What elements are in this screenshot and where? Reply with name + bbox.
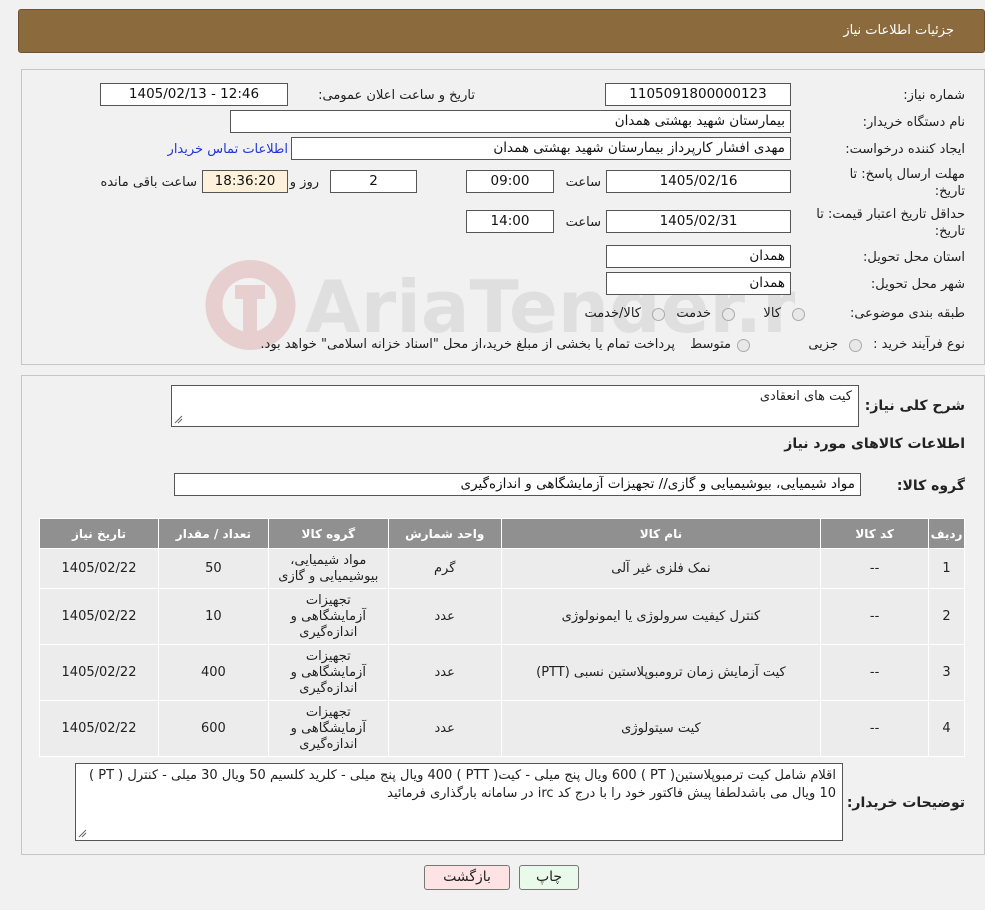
deadline-label-date: تاریخ: [934, 184, 965, 199]
buyer-notes-textarea[interactable]: اقلام شامل کیت ترمبوپلاستین( PT ) 600 وی… [75, 763, 843, 841]
table-row: 4 -- کیت سیتولوژی عدد تجهیزات آزمایشگاهی… [39, 700, 965, 757]
page-title: جزئیات اطلاعات نیاز [843, 23, 954, 38]
buyer-notes-label: توضیحات خریدار: [846, 795, 965, 811]
announce-field: 1405/02/13 - 12:46 [100, 83, 288, 106]
remaining-label: ساعت باقی مانده [100, 175, 197, 190]
print-button[interactable]: چاپ [519, 865, 579, 890]
process-radio-medium[interactable] [737, 339, 750, 352]
process-label: نوع فرآیند خرید : [873, 337, 965, 352]
goods-group-label: گروه کالا: [896, 478, 965, 494]
goods-group-field: مواد شیمیایی، بیوشیمیایی و گازی// تجهیزا… [174, 473, 861, 496]
col-need-date: تاریخ نیاز [39, 518, 159, 549]
cell-goods-group: تجهیزات آزمایشگاهی و اندازه‌گیری [267, 588, 389, 645]
city-field: همدان [606, 272, 791, 295]
cell-quantity: 50 [158, 548, 269, 589]
cell-row-number: 4 [928, 700, 965, 757]
category-option-service: خدمت [676, 306, 711, 321]
goods-info-title: اطلاعات کالاهای مورد نیاز [784, 436, 965, 452]
province-field: همدان [606, 245, 791, 268]
creator-label: ایجاد کننده درخواست: [845, 142, 965, 157]
cell-goods-group: تجهیزات آزمایشگاهی و اندازه‌گیری [267, 644, 389, 701]
cell-quantity: 10 [158, 588, 269, 645]
cell-row-number: 1 [928, 548, 965, 589]
validity-label: حداقل تاریخ اعتبار قیمت: تا [816, 207, 965, 222]
creator-field: مهدی افشار کارپرداز بیمارستان شهید بهشتی… [291, 137, 791, 160]
category-label: طبقه بندی موضوعی: [849, 306, 965, 321]
cell-goods-name: نمک فلزی غیر آلی [500, 548, 822, 589]
resize-handle-icon[interactable] [174, 415, 183, 424]
cell-need-date: 1405/02/22 [39, 548, 159, 589]
cell-goods-group: تجهیزات آزمایشگاهی و اندازه‌گیری [267, 700, 389, 757]
cell-quantity: 400 [158, 644, 269, 701]
category-radio-goods-service[interactable] [652, 308, 665, 321]
cell-row-number: 3 [928, 644, 965, 701]
announce-label: تاریخ و ساعت اعلان عمومی: [318, 88, 475, 103]
category-radio-service[interactable] [722, 308, 735, 321]
need-number-label: شماره نیاز: [903, 88, 965, 103]
cell-goods-code: -- [820, 644, 930, 701]
col-row-number: ردیف [928, 518, 965, 549]
table-row: 2 -- کنترل کیفیت سرولوژی یا ایمونولوژی ع… [39, 588, 965, 645]
process-radio-partial[interactable] [849, 339, 862, 352]
table-row: 1 -- نمک فلزی غیر آلی گرم مواد شیمیایی، … [39, 548, 965, 589]
cell-goods-code: -- [820, 548, 930, 589]
back-button[interactable]: بازگشت [424, 865, 510, 890]
cell-goods-code: -- [820, 588, 930, 645]
cell-goods-name: کنترل کیفیت سرولوژی یا ایمونولوژی [500, 588, 822, 645]
summary-label: شرح کلی نیاز: [864, 398, 965, 414]
resize-handle-icon[interactable] [78, 829, 87, 838]
summary-textarea[interactable]: کیت های انعقادی [171, 385, 859, 427]
validity-label-date: تاریخ: [934, 224, 965, 239]
category-option-goods: کالا [763, 306, 781, 321]
cell-need-date: 1405/02/22 [39, 700, 159, 757]
buyer-notes-text: اقلام شامل کیت ترمبوپلاستین( PT ) 600 وی… [89, 768, 836, 801]
process-option-partial: جزیی [808, 337, 838, 352]
remaining-time-field: 18:36:20 [202, 170, 288, 193]
cell-unit: عدد [387, 644, 502, 701]
deadline-time-field: 09:00 [466, 170, 554, 193]
buyer-contact-link[interactable]: اطلاعات تماس خریدار [168, 142, 288, 157]
validity-hour-label: ساعت [565, 215, 601, 230]
province-label: استان محل تحویل: [863, 250, 965, 265]
deadline-label: مهلت ارسال پاسخ: تا [849, 167, 965, 182]
col-goods-name: نام کالا [500, 518, 822, 549]
cell-need-date: 1405/02/22 [39, 644, 159, 701]
process-option-medium: متوسط [690, 337, 731, 352]
cell-need-date: 1405/02/22 [39, 588, 159, 645]
buyer-org-label: نام دستگاه خریدار: [862, 115, 965, 130]
days-field: 2 [330, 170, 417, 193]
col-goods-code: کد کالا [820, 518, 930, 549]
col-quantity: تعداد / مقدار [158, 518, 269, 549]
cell-unit: گرم [387, 548, 502, 589]
cell-row-number: 2 [928, 588, 965, 645]
city-label: شهر محل تحویل: [870, 277, 965, 292]
validity-time-field: 14:00 [466, 210, 554, 233]
category-option-goods-service: کالا/خدمت [584, 306, 641, 321]
goods-table: ردیف کد کالا نام کالا واحد شمارش گروه کا… [39, 518, 965, 757]
cell-goods-name: کیت سیتولوژی [500, 700, 822, 757]
cell-goods-code: -- [820, 700, 930, 757]
buyer-org-field: بیمارستان شهید بهشتی همدان [230, 110, 791, 133]
page-header: جزئیات اطلاعات نیاز [18, 9, 985, 53]
col-goods-group: گروه کالا [267, 518, 389, 549]
cell-goods-name: کیت آزمایش زمان ترومبوپلاستین نسبی (PTT) [500, 644, 822, 701]
cell-unit: عدد [387, 700, 502, 757]
cell-unit: عدد [387, 588, 502, 645]
cell-goods-group: مواد شیمیایی، بیوشیمیایی و گازی [267, 548, 389, 589]
days-label: روز و [289, 175, 319, 190]
summary-text: کیت های انعقادی [759, 389, 852, 404]
category-radio-goods[interactable] [792, 308, 805, 321]
col-unit: واحد شمارش [387, 518, 502, 549]
table-row: 3 -- کیت آزمایش زمان ترومبوپلاستین نسبی … [39, 644, 965, 701]
table-header-row: ردیف کد کالا نام کالا واحد شمارش گروه کا… [39, 518, 965, 549]
need-number-field: 1105091800000123 [605, 83, 791, 106]
cell-quantity: 600 [158, 700, 269, 757]
process-note: پرداخت تمام یا بخشی از مبلغ خرید،از محل … [260, 337, 675, 352]
deadline-hour-label: ساعت [565, 175, 601, 190]
validity-date-field: 1405/02/31 [606, 210, 791, 233]
deadline-date-field: 1405/02/16 [606, 170, 791, 193]
